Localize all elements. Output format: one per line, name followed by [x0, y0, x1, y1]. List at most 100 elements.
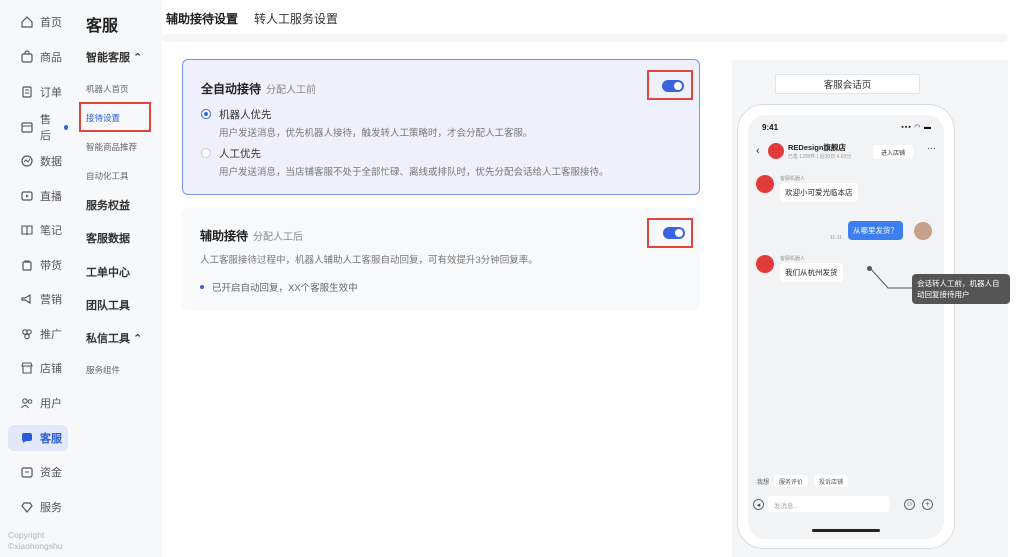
promote-icon — [20, 258, 34, 272]
rail-item-label: 推广 — [40, 329, 62, 341]
subnav-item-components[interactable]: 服务组件 — [86, 364, 120, 376]
shop-name: REDesign旗舰店 — [788, 143, 846, 152]
rail-item-spread[interactable]: 推广 — [8, 321, 68, 347]
wallet-icon — [20, 465, 34, 479]
notes-icon — [20, 223, 34, 237]
sub-nav: 客服 智能客服 ⌃ 机器人首页 接待设置 智能商品推荐 自动化工具 服务权益 客… — [72, 0, 162, 557]
rail-item-label: 店铺 — [40, 363, 62, 375]
chat-header: ‹ REDesign旗舰店 已售 1289件 | 近30日 4.03分 进入店铺… — [748, 137, 944, 167]
robot-first-label: 机器人优先 — [219, 109, 272, 121]
rail-item-label: 订单 — [40, 87, 62, 99]
tab-bar: 辅助接待设置 转人工服务设置 — [166, 10, 338, 36]
quick-item-want[interactable]: 我想 — [752, 475, 774, 487]
subnav-item-product-recommend[interactable]: 智能商品推荐 — [86, 141, 137, 153]
assist-reception-desc: 人工客服接待过程中，机器人辅助人工客服自动回复，可有效提升3分钟回复率。 — [200, 255, 538, 266]
rail-item-live[interactable]: 直播 — [8, 183, 68, 209]
quick-item-complaint[interactable]: 投诉店铺 — [814, 475, 849, 487]
rail-item-home[interactable]: 首页 — [8, 9, 68, 35]
rail-item-megaphone[interactable]: 营销 — [8, 286, 68, 312]
rail-item-label: 售后 — [40, 114, 51, 142]
plus-icon[interactable]: + — [922, 499, 933, 510]
subnav-group-private[interactable]: 私信工具 ⌃ — [86, 330, 142, 346]
assist-status: 已开启自动回复，XX个客服生效中 — [200, 280, 358, 294]
robot-first-radio[interactable] — [201, 109, 211, 119]
subnav-group-smart-service[interactable]: 智能客服 ⌃ — [86, 49, 142, 65]
home-indicator — [812, 529, 880, 532]
rail-item-label: 带货 — [40, 260, 62, 272]
chat-icon — [20, 431, 34, 445]
subnav-group-rights[interactable]: 服务权益 — [86, 197, 130, 213]
rail-item-label: 服务 — [40, 502, 62, 514]
rail-item-store[interactable]: 店铺 — [8, 355, 68, 381]
rail-item-label: 资金 — [40, 467, 62, 479]
rail-item-aftersale[interactable]: 售后 — [8, 114, 68, 142]
megaphone-icon — [20, 292, 34, 306]
signal-icon: ▪▪▪ ◠ ▬ — [901, 124, 932, 131]
rail-item-service[interactable]: 服务 — [8, 494, 68, 520]
robot-first-desc: 用户发送消息，优先机器人接待，触发转人工策略时，才会分配人工客服。 — [219, 128, 533, 139]
live-icon — [20, 189, 34, 203]
copyright: Copyright ©xiaohongshu — [8, 530, 63, 551]
top-divider — [162, 34, 1008, 42]
service-icon — [20, 500, 34, 514]
order-icon — [20, 85, 34, 99]
human-first-label: 人工优先 — [219, 148, 261, 160]
quick-item-review[interactable]: 服务评价 — [774, 475, 809, 487]
back-icon[interactable]: ‹ — [756, 145, 760, 157]
subnav-item-robot-home[interactable]: 机器人首页 — [86, 83, 129, 95]
notification-dot — [63, 124, 68, 130]
emoji-icon[interactable]: ☺ — [904, 499, 915, 510]
rail-item-label: 首页 — [40, 17, 62, 29]
tab-assist-reception[interactable]: 辅助接待设置 — [166, 10, 239, 36]
human-first-desc: 用户发送消息，当店铺客服不处于全部忙碌、离线或排队时，优先分配会话给人工客服接待… — [219, 167, 609, 178]
message-input[interactable]: 发消息... — [768, 496, 890, 512]
phone-mockup: 9:41 ▪▪▪ ◠ ▬ ‹ REDesign旗舰店 已售 1289件 | 近3… — [737, 104, 955, 549]
rail-item-label: 用户 — [40, 398, 62, 410]
rail-item-data[interactable]: 数据 — [8, 148, 68, 174]
shop-logo — [768, 143, 784, 159]
rail-item-label: 营销 — [40, 294, 62, 306]
users-icon — [20, 396, 34, 410]
rail-item-notes[interactable]: 笔记 — [8, 217, 68, 243]
status-dot-icon — [200, 285, 204, 289]
user-bubble: 从哪里发货？ — [848, 221, 903, 240]
auto-reception-title: 全自动接待 分配人工前 — [201, 82, 317, 96]
assist-reception-title: 辅助接待 分配人工后 — [200, 229, 304, 243]
quick-reply-bar: 我想 服务评价 投诉店铺 — [748, 473, 944, 491]
subnav-group-data[interactable]: 客服数据 — [86, 230, 130, 246]
rail-item-chat[interactable]: 客服 — [8, 425, 68, 451]
aftersale-icon — [20, 120, 34, 134]
tab-human-transfer[interactable]: 转人工服务设置 — [254, 10, 338, 36]
user-avatar — [914, 222, 932, 240]
input-bar: ◂ 发消息... ☺ + — [748, 491, 944, 517]
voice-icon[interactable]: ◂ — [753, 499, 764, 510]
subnav-title: 客服 — [86, 18, 119, 35]
phone-status-bar: 9:41 ▪▪▪ ◠ ▬ — [748, 115, 944, 137]
rail-item-promote[interactable]: 带货 — [8, 252, 68, 278]
left-rail: 首页商品订单售后数据直播笔记带货营销推广店铺用户客服资金服务 Copyright… — [0, 0, 72, 557]
preview-panel: 客服会话页 9:41 ▪▪▪ ◠ ▬ ‹ REDesign旗舰店 已售 1289… — [732, 60, 1010, 557]
rail-item-wallet[interactable]: 资金 — [8, 459, 68, 485]
rail-item-label: 笔记 — [40, 225, 62, 237]
rail-item-order[interactable]: 订单 — [8, 79, 68, 105]
rail-item-label: 商品 — [40, 52, 62, 64]
subnav-group-team[interactable]: 团队工具 — [86, 297, 130, 313]
spread-icon — [20, 327, 34, 341]
enter-shop-button[interactable]: 进入店铺 — [873, 145, 913, 159]
bot-avatar-2 — [756, 255, 774, 273]
auto-reception-card: 全自动接待 分配人工前 机器人优先 用户发送消息，优先机器人接待，触发转人工策略时… — [182, 59, 700, 195]
shop-meta: 已售 1289件 | 近30日 4.03分 — [788, 154, 852, 160]
assist-reception-card: 辅助接待 分配人工后 人工客服接待过程中，机器人辅助人工客服自动回复，可有效提升3… — [182, 208, 700, 310]
preview-label: 客服会话页 — [775, 74, 920, 94]
subnav-group-tickets[interactable]: 工单中心 — [86, 264, 130, 280]
rail-item-bag[interactable]: 商品 — [8, 44, 68, 70]
bag-icon — [20, 50, 34, 64]
welcome-bubble: 欢迎小可爱光临本店 — [780, 183, 858, 202]
phone-screen: 9:41 ▪▪▪ ◠ ▬ ‹ REDesign旗舰店 已售 1289件 | 近3… — [748, 115, 944, 539]
rail-item-users[interactable]: 用户 — [8, 390, 68, 416]
subnav-item-automation[interactable]: 自动化工具 — [86, 170, 129, 182]
more-icon[interactable]: ··· — [927, 143, 936, 153]
bot-tag: 客服机器人 — [780, 176, 806, 182]
human-first-radio[interactable] — [201, 148, 211, 158]
bot-tag-2: 客服机器人 — [780, 256, 806, 262]
